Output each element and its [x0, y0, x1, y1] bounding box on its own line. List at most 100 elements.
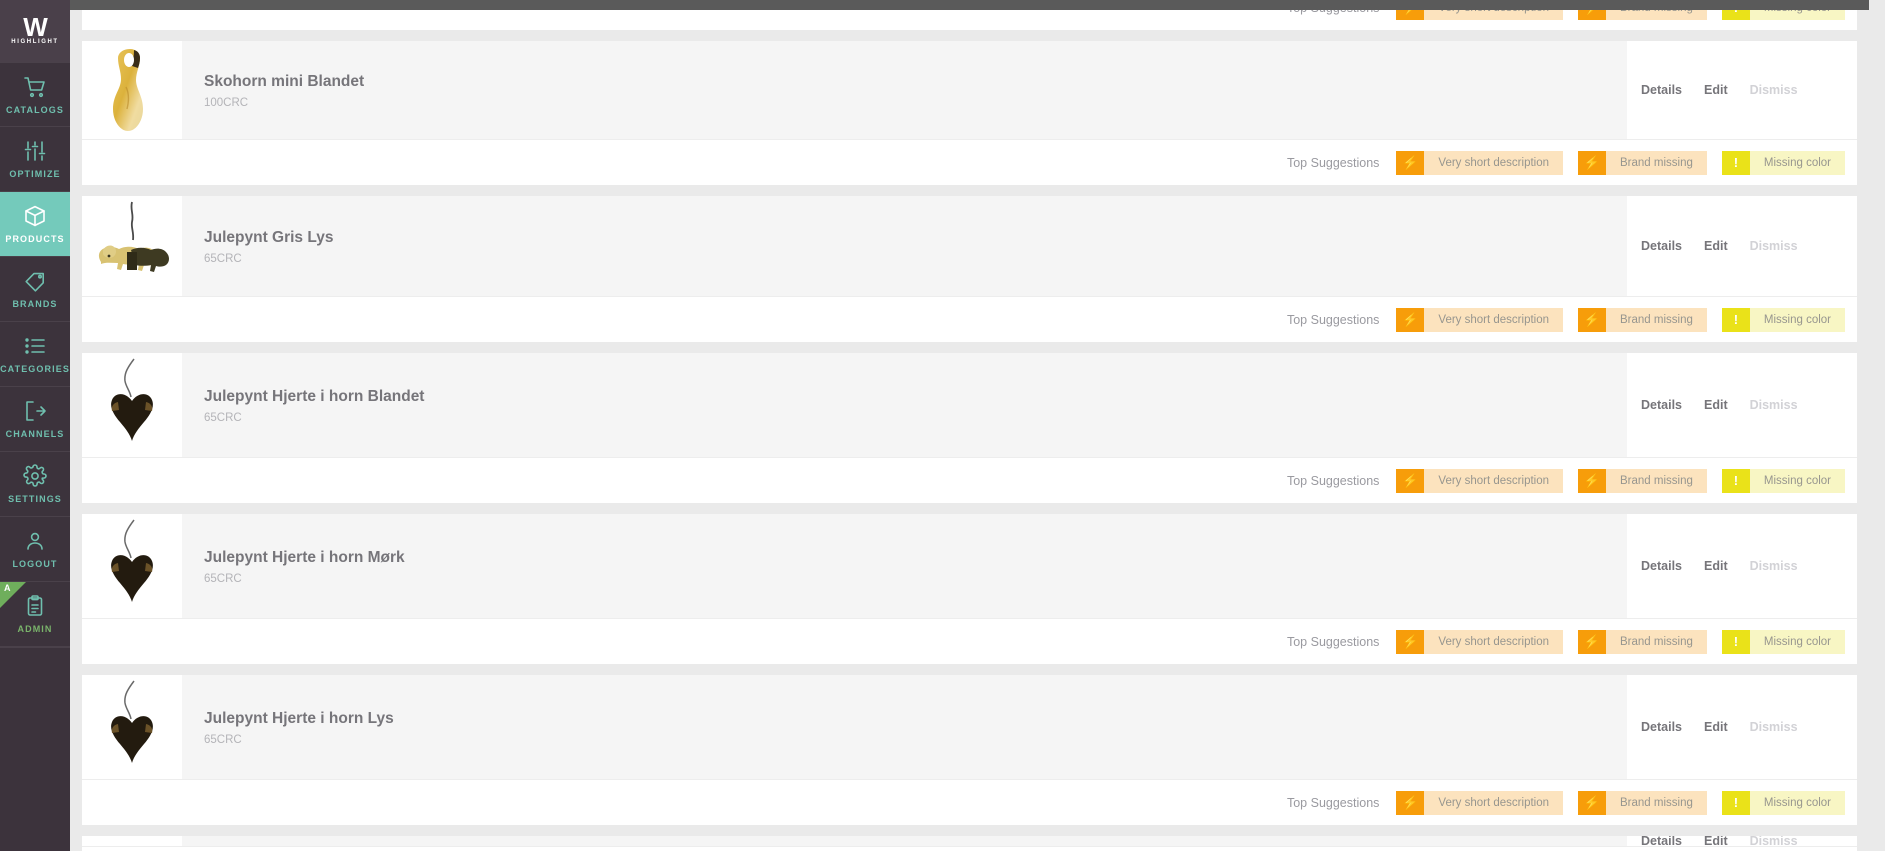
suggestion-chip[interactable]: ⚡ Very short description: [1396, 150, 1564, 175]
product-thumbnail[interactable]: [82, 836, 182, 846]
product-card: Julepynt Hjerte i horn Lys 65CRC Details…: [82, 675, 1857, 825]
dismiss-button: Dismiss: [1749, 720, 1798, 734]
sidebar-item-admin[interactable]: A ADMIN: [0, 582, 70, 647]
app-logo[interactable]: W HIGHLIGHT: [0, 0, 70, 62]
sidebar-item-optimize[interactable]: OPTIMIZE: [0, 127, 70, 192]
bolt-icon: ⚡: [1396, 10, 1425, 20]
suggestion-chip[interactable]: ⚡ Very short description: [1396, 790, 1564, 815]
edit-button[interactable]: Edit: [1704, 239, 1728, 253]
suggestion-chip-label: Missing color: [1749, 629, 1845, 654]
suggestion-chip[interactable]: ! Missing color: [1721, 790, 1845, 815]
top-suggestions-label: Top Suggestions: [1286, 312, 1380, 327]
sidebar-item-settings[interactable]: SETTINGS: [0, 452, 70, 517]
suggestion-chip[interactable]: ! Missing color: [1721, 10, 1845, 20]
details-button[interactable]: Details: [1641, 720, 1682, 734]
product-card: Julepynt Gris Lys 65CRC Details Edit Dis…: [82, 196, 1857, 342]
product-title: Skohorn mini Blandet: [204, 72, 365, 90]
product-image-heart: [111, 358, 153, 441]
suggestion-chip[interactable]: ⚡ Brand missing: [1578, 10, 1707, 20]
bolt-icon: ⚡: [1578, 468, 1607, 493]
edit-button[interactable]: Edit: [1704, 720, 1728, 734]
suggestion-chip[interactable]: ! Missing color: [1721, 468, 1845, 493]
right-gutter: [1869, 0, 1885, 851]
product-thumbnail[interactable]: [82, 196, 182, 296]
suggestion-chip-label: Very short description: [1424, 468, 1564, 493]
sliders-icon: [23, 139, 47, 163]
product-card: Julepynt Hjerte i horn Blandet 65CRC Det…: [82, 353, 1857, 503]
suggestions-row: Top Suggestions ⚡ Very short description…: [82, 457, 1857, 503]
alert-icon: !: [1721, 10, 1750, 20]
product-list-scroll[interactable]: Details Edit Dismiss Top Suggestions ⚡ V…: [70, 10, 1885, 851]
suggestions-row: Top Suggestions ⚡ Very short description…: [82, 139, 1857, 185]
product-title: Julepynt Hjerte i horn Lys: [204, 709, 394, 727]
product-thumbnail[interactable]: [82, 514, 182, 618]
top-suggestions-label: Top Suggestions: [1287, 10, 1379, 15]
edit-button[interactable]: Edit: [1704, 398, 1728, 412]
suggestion-chip[interactable]: ⚡ Brand missing: [1578, 150, 1707, 175]
product-card: Details Edit Dismiss Top Suggestions ⚡ V…: [82, 836, 1857, 851]
box-icon: [23, 204, 47, 228]
suggestion-chip[interactable]: ⚡ Very short description: [1396, 468, 1564, 493]
details-button[interactable]: Details: [1641, 83, 1682, 97]
sidebar-item-logout[interactable]: LOGOUT: [0, 517, 70, 582]
product-actions: Details Edit Dismiss: [1627, 836, 1857, 846]
product-row: Julepynt Hjerte i horn Lys 65CRC Details…: [82, 675, 1857, 779]
user-icon: [23, 529, 47, 553]
details-button[interactable]: Details: [1641, 398, 1682, 412]
product-row: Details Edit Dismiss: [82, 836, 1857, 846]
product-info: Skohorn mini Blandet 100CRC: [182, 41, 1627, 139]
suggestion-chip-label: Missing color: [1749, 10, 1845, 20]
top-suggestions-label: Top Suggestions: [1286, 795, 1380, 810]
suggestion-chip[interactable]: ! Missing color: [1721, 307, 1845, 332]
product-sku: 65CRC: [204, 252, 242, 265]
product-sku: 65CRC: [204, 572, 242, 585]
product-image-shoehorn: [113, 49, 143, 131]
product-actions: Details Edit Dismiss: [1627, 41, 1857, 139]
suggestion-chip[interactable]: ⚡ Brand missing: [1578, 307, 1707, 332]
sidebar-item-products[interactable]: PRODUCTS: [0, 192, 70, 257]
suggestion-chip-label: Very short description: [1424, 150, 1564, 175]
suggestion-chip-label: Missing color: [1749, 468, 1845, 493]
product-image-heart: [111, 680, 153, 763]
product-info: Julepynt Hjerte i horn Lys 65CRC: [182, 675, 1627, 779]
product-sku: 65CRC: [204, 411, 242, 424]
suggestion-chip[interactable]: ⚡ Brand missing: [1578, 629, 1707, 654]
bolt-icon: ⚡: [1396, 790, 1425, 815]
sidebar-item-label: OPTIMIZE: [9, 169, 61, 179]
suggestion-chip[interactable]: ⚡ Very short description: [1396, 629, 1564, 654]
dismiss-button: Dismiss: [1749, 836, 1798, 846]
suggestion-chip[interactable]: ! Missing color: [1721, 150, 1845, 175]
sidebar-item-channels[interactable]: CHANNELS: [0, 387, 70, 452]
sidebar-item-categories[interactable]: CATEGORIES: [0, 322, 70, 387]
sidebar-item-catalogs[interactable]: CATALOGS: [0, 62, 70, 127]
bolt-icon: ⚡: [1396, 150, 1425, 175]
top-bar: [70, 0, 1885, 10]
product-thumbnail[interactable]: [82, 41, 182, 139]
product-thumbnail[interactable]: [82, 353, 182, 457]
suggestion-chip[interactable]: ⚡ Brand missing: [1578, 790, 1707, 815]
edit-button[interactable]: Edit: [1704, 559, 1728, 573]
suggestion-chip-label: Missing color: [1749, 150, 1845, 175]
suggestion-chip[interactable]: ⚡ Brand missing: [1578, 468, 1707, 493]
alert-icon: !: [1721, 790, 1750, 815]
alert-icon: !: [1721, 150, 1750, 175]
suggestion-chip[interactable]: ⚡ Very short description: [1396, 307, 1564, 332]
suggestion-chip[interactable]: ⚡ Very short description: [1396, 10, 1564, 20]
admin-badge-letter: A: [4, 583, 11, 593]
details-button[interactable]: Details: [1641, 836, 1682, 846]
suggestion-chip-label: Brand missing: [1606, 629, 1707, 654]
details-button[interactable]: Details: [1641, 239, 1682, 253]
bolt-icon: ⚡: [1396, 629, 1425, 654]
suggestion-chip[interactable]: ! Missing color: [1721, 629, 1845, 654]
cart-icon: [23, 75, 47, 99]
details-button[interactable]: Details: [1641, 559, 1682, 573]
suggestions-row: Top Suggestions ⚡ Very short description…: [82, 296, 1857, 342]
dismiss-button: Dismiss: [1749, 398, 1798, 412]
edit-button[interactable]: Edit: [1704, 836, 1728, 846]
edit-button[interactable]: Edit: [1704, 83, 1728, 97]
suggestions-row: Top Suggestions ⚡ Very short description…: [82, 10, 1857, 30]
sidebar-item-brands[interactable]: BRANDS: [0, 257, 70, 322]
product-actions: Details Edit Dismiss: [1627, 196, 1857, 296]
product-thumbnail[interactable]: [82, 675, 182, 779]
product-row: Julepynt Gris Lys 65CRC Details Edit Dis…: [82, 196, 1857, 296]
